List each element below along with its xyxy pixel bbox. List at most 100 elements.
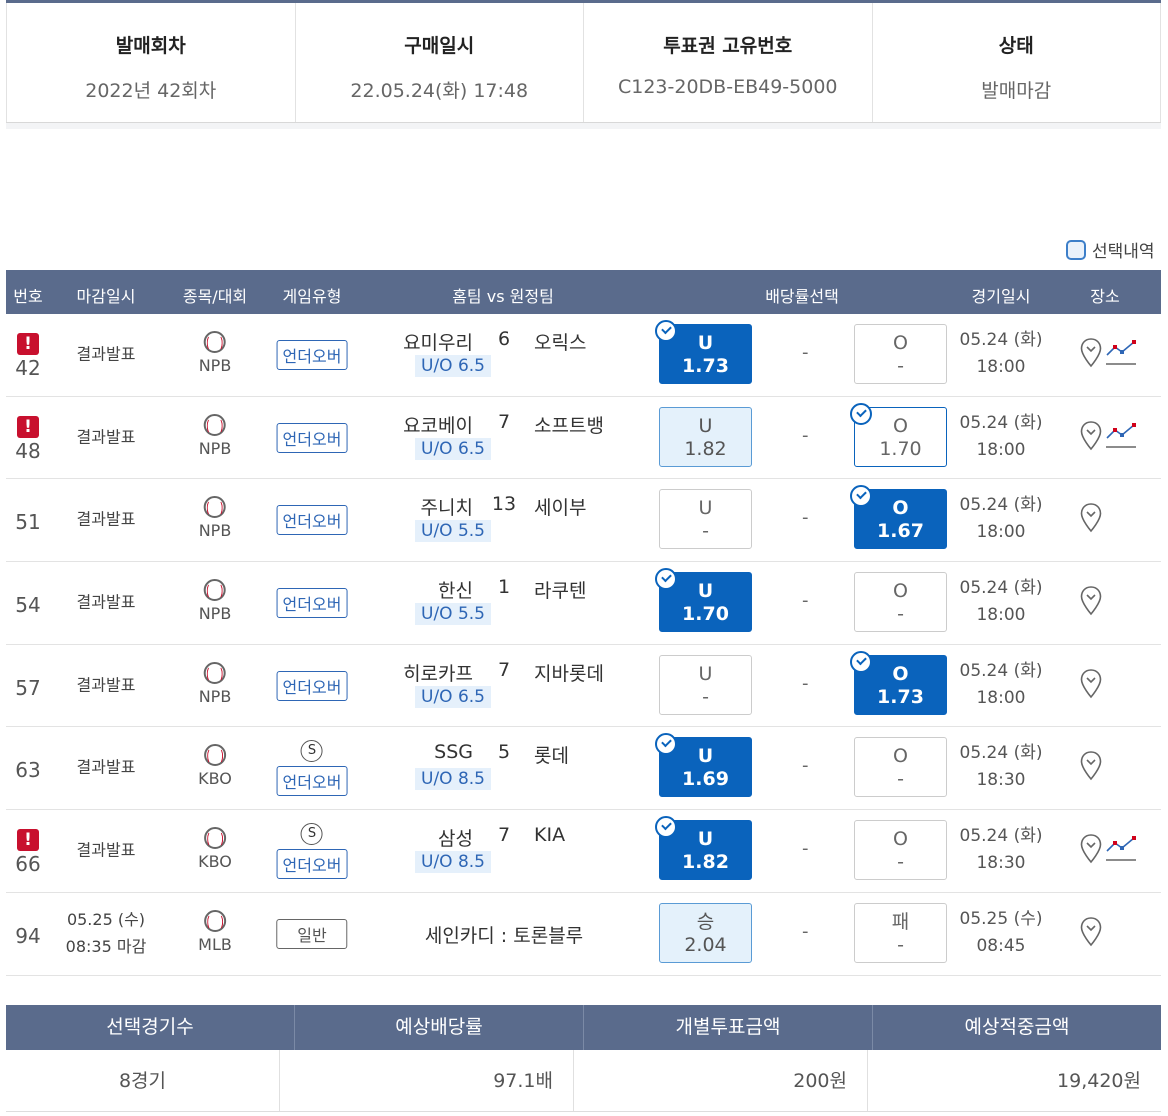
game-time: 18:00 xyxy=(976,687,1026,708)
under-odds-button[interactable]: U 1.70 xyxy=(655,568,752,633)
handicap: U/O 8.5 xyxy=(415,768,491,791)
game-datetime: 05.24 (화) 18:00 xyxy=(960,410,1043,464)
draw-placeholder: - xyxy=(802,838,809,860)
draw-placeholder: - xyxy=(802,424,809,446)
serial-value: C123-20DB-EB49-5000 xyxy=(617,76,838,98)
baseball-icon xyxy=(203,909,226,932)
serial-cell: 투표권 고유번호 C123-20DB-EB49-5000 xyxy=(583,3,872,122)
league: NPB xyxy=(198,521,232,541)
game-type-badge: 일반 xyxy=(276,918,348,949)
over-odds-button[interactable]: O - xyxy=(854,324,947,384)
under-odds-button[interactable]: U 1.82 xyxy=(659,406,752,467)
stats-chart-icon[interactable] xyxy=(1105,337,1137,367)
game-type-cell: S 언더오버 xyxy=(276,810,348,892)
game-type-cell: 일반 xyxy=(276,893,348,975)
check-icon xyxy=(850,650,872,673)
deadline: 결과발표 xyxy=(76,509,136,529)
location-pin-icon[interactable] xyxy=(1080,586,1102,616)
check-icon xyxy=(655,568,677,591)
odds-value: 2.04 xyxy=(684,933,727,956)
under-odds-button[interactable]: U - xyxy=(659,489,752,550)
handicap: U/O 6.5 xyxy=(415,437,491,460)
summary-stake-label: 개별투표금액 xyxy=(583,1005,872,1050)
over-odds-button[interactable]: O 1.67 xyxy=(850,485,947,550)
home-team: 한신 xyxy=(438,580,473,603)
under-odds-button[interactable]: U 1.69 xyxy=(655,733,752,798)
over-odds-button[interactable]: O - xyxy=(854,572,947,633)
home-team: SSG xyxy=(434,741,473,764)
over-odds-button[interactable]: O 1.73 xyxy=(850,650,947,715)
location-pin-icon[interactable] xyxy=(1080,834,1102,864)
deadline: 결과발표 xyxy=(76,757,136,777)
under-odds-button[interactable]: U 1.73 xyxy=(655,320,752,384)
table-row: 51 결과발표 NPB 언더오버 주니치 13 세이부 U/O 5.5 U - … xyxy=(6,479,1161,563)
location-pin-icon[interactable] xyxy=(1080,338,1102,368)
table-row: 54 결과발표 NPB 언더오버 한신 1 라쿠텐 U/O 5.5 U 1.70… xyxy=(6,562,1161,645)
odds-value: - xyxy=(897,851,904,874)
sport-cell: KBO xyxy=(198,744,232,788)
col-teams: 홈팀 vs 원정팀 xyxy=(452,287,554,306)
away-team: 소프트뱅 xyxy=(534,414,604,437)
summary-count-value: 8경기 xyxy=(118,1070,167,1092)
over-odds-button[interactable]: O - xyxy=(854,737,947,798)
game-type-badge: 언더오버 xyxy=(276,588,348,619)
ticket-info: 발매회차 2022년 42회차 구매일시 22.05.24(화) 17:48 투… xyxy=(6,0,1161,123)
score: 6 xyxy=(497,328,511,350)
home-team: 요코베이 xyxy=(403,414,473,437)
game-number: 54 xyxy=(15,593,41,618)
sport-cell: NPB xyxy=(198,496,232,541)
score: 7 xyxy=(497,410,511,433)
game-date: 05.25 (수) xyxy=(959,908,1043,929)
away-team: KIA xyxy=(534,824,566,847)
under-odds-button[interactable]: U 1.82 xyxy=(655,816,752,881)
location-pin-icon[interactable] xyxy=(1080,917,1102,947)
game-datetime: 05.24 (화) 18:30 xyxy=(960,740,1043,794)
location-pin-icon[interactable] xyxy=(1080,503,1102,533)
under-odds-button[interactable]: U - xyxy=(659,654,752,715)
games-table-body: ! 42 결과발표 NPB 언더오버 요미우리 6 오릭스 U/O 6.5 U … xyxy=(6,314,1161,976)
sport-cell: MLB xyxy=(198,909,232,954)
away-team: 세이부 xyxy=(534,497,587,520)
odds-label: O xyxy=(893,332,908,354)
over-odds-button[interactable]: O - xyxy=(854,820,947,881)
location-pin-icon[interactable] xyxy=(1080,420,1102,451)
game-date: 05.24 (화) xyxy=(959,660,1043,681)
warning-icon: ! xyxy=(17,333,39,355)
odds-value: 1.69 xyxy=(682,768,729,791)
odds-label: O xyxy=(893,580,908,603)
select-history-checkbox[interactable] xyxy=(1066,239,1086,260)
summary-odds-value: 97.1배 xyxy=(279,1050,573,1111)
game-datetime: 05.24 (화) 18:00 xyxy=(960,658,1043,712)
lose-odds-button[interactable]: 패 - xyxy=(854,902,947,963)
win-odds-button[interactable]: 승 2.04 xyxy=(659,902,752,963)
game-datetime: 05.24 (화) 18:00 xyxy=(960,327,1043,381)
table-row: 63 결과발표 KBO S 언더오버 SSG 5 롯데 U/O 8.5 U 1.… xyxy=(6,727,1161,811)
summary-odds-label: 예상배당률 xyxy=(294,1005,583,1050)
col-sport: 종목/대회 xyxy=(182,287,248,306)
deadline-date: 05.25 (수) xyxy=(66,909,146,929)
odds-value: 1.70 xyxy=(682,603,729,626)
odds-value: 1.70 xyxy=(879,437,922,460)
deadline: 05.25 (수) 08:35 마감 xyxy=(66,906,147,960)
away-team: 롯데 xyxy=(534,745,569,768)
col-deadline: 마감일시 xyxy=(76,287,136,306)
draw-placeholder: - xyxy=(802,672,809,694)
col-odds: 배당률선택 xyxy=(765,287,839,306)
over-odds-button[interactable]: O 1.70 xyxy=(850,402,947,467)
stats-chart-icon[interactable] xyxy=(1105,420,1137,450)
game-datetime: 05.24 (화) 18:30 xyxy=(960,823,1043,877)
draw-placeholder: - xyxy=(802,342,809,363)
home-team: 요미우리 xyxy=(403,332,473,354)
table-row: ! 42 결과발표 NPB 언더오버 요미우리 6 오릭스 U/O 6.5 U … xyxy=(6,314,1161,397)
location-pin-icon[interactable] xyxy=(1080,668,1102,699)
odds-label: U xyxy=(698,662,713,685)
status-label: 상태 xyxy=(998,35,1034,57)
special-badge: S xyxy=(300,740,323,763)
stats-chart-icon[interactable] xyxy=(1105,833,1137,863)
status-cell: 상태 발매마감 xyxy=(871,3,1161,122)
deadline: 결과발표 xyxy=(76,840,136,860)
location-pin-icon[interactable] xyxy=(1080,751,1102,781)
select-history-toggle[interactable]: 선택내역 xyxy=(1066,237,1155,262)
game-datetime: 05.25 (수) 08:45 xyxy=(960,906,1043,960)
game-number: 63 xyxy=(15,758,41,783)
